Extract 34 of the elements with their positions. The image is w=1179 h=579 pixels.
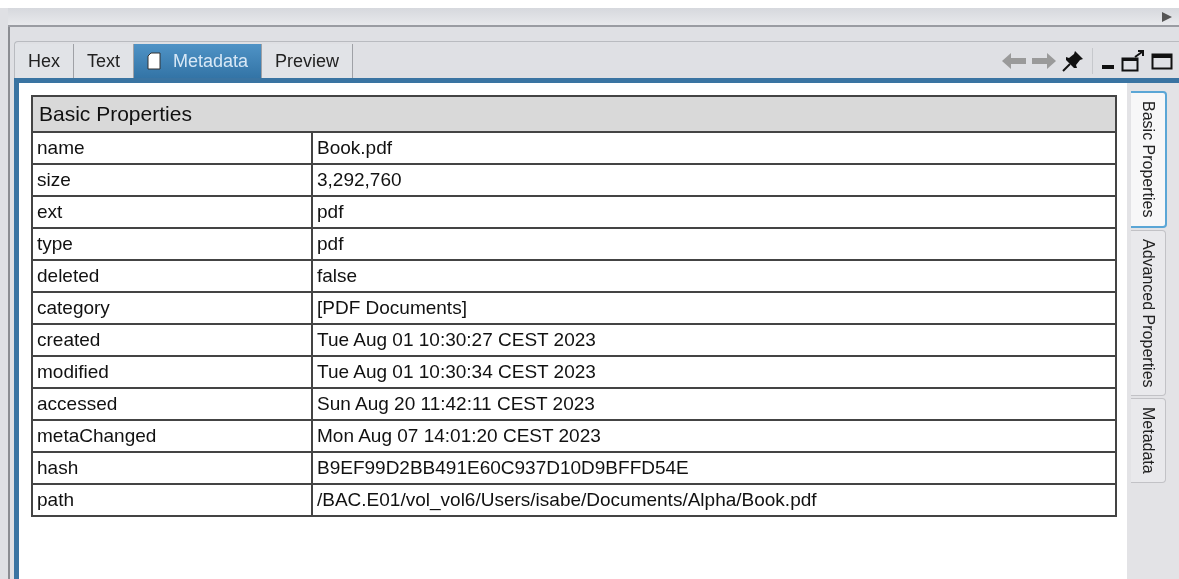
document-icon [147,52,162,70]
table-title: Basic Properties [33,97,1115,133]
table-cell: Sun Aug 20 11:42:11 CEST 2023 [313,389,1115,421]
table-cell: pdf [313,197,1115,229]
table-cell: Tue Aug 01 10:30:27 CEST 2023 [313,325,1115,357]
table-cell: Mon Aug 07 14:01:20 CEST 2023 [313,421,1115,453]
table-cell: metaChanged [33,421,313,453]
table-cell: deleted [33,261,313,293]
table-cell: false [313,261,1115,293]
table-cell: B9EF99D2BB491E60C937D10D9BFFD54E [313,453,1115,485]
table-cell: size [33,165,313,197]
table-cell: path [33,485,313,515]
table-cell: name [33,133,313,165]
undock-icon[interactable] [1121,50,1145,72]
tab[interactable]: Hex [15,44,74,78]
side-tab[interactable]: Advanced Properties [1131,229,1166,397]
table-cell: [PDF Documents] [313,293,1115,325]
table-cell: pdf [313,229,1115,261]
table-cell-text: /BAC.E01/vol_vol6/Users/isabe/Documents/Alpha/Book.pdf [316,488,818,513]
table-cell: hash [33,453,313,485]
pin-icon[interactable] [1062,50,1084,72]
maximize-icon[interactable] [1151,52,1173,70]
table-cell: ext [33,197,313,229]
table-cell: modified [33,357,313,389]
table-cell: Book.pdf [313,133,1115,165]
table-cell: accessed [33,389,313,421]
table-cell: type [33,229,313,261]
side-tab[interactable]: Metadata [1131,398,1166,483]
table-cell: created [33,325,313,357]
side-tab[interactable]: Basic Properties [1131,91,1167,228]
table-cell: category [33,293,313,325]
table-cell: 3,292,760 [313,165,1115,197]
scroll-right-icon[interactable] [1159,10,1173,23]
table-cell: Tue Aug 01 10:30:34 CEST 2023 [313,357,1115,389]
